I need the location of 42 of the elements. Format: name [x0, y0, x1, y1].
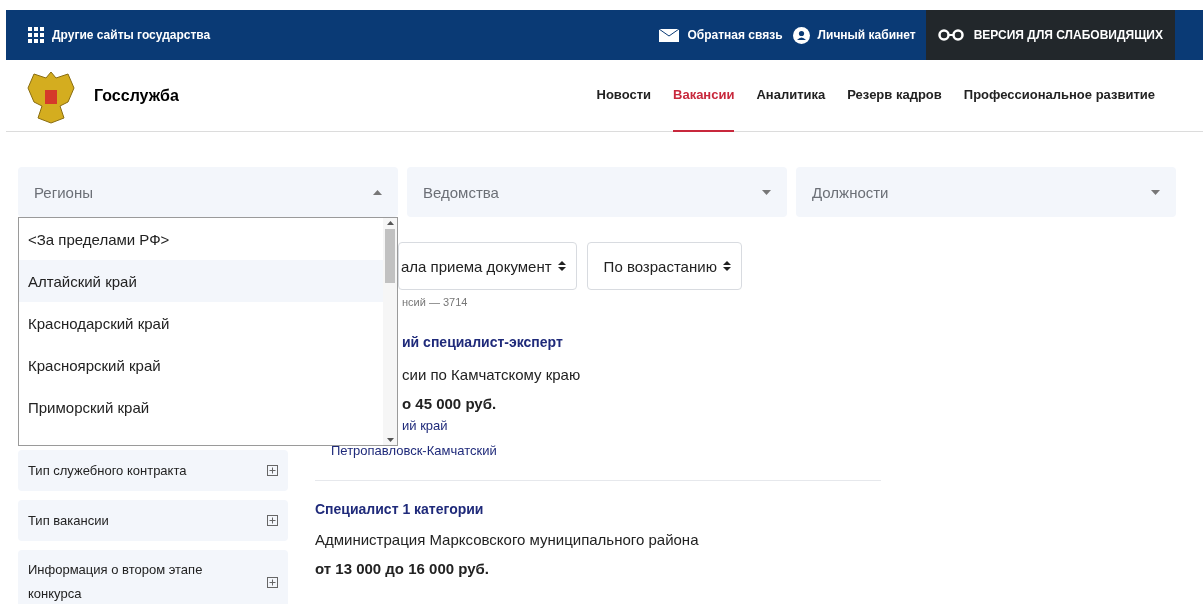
personal-account-link[interactable]: Личный кабинет [792, 26, 916, 44]
envelope-icon [659, 28, 680, 42]
expand-plus-icon [267, 465, 278, 476]
filter-select[interactable]: Должности [796, 167, 1176, 217]
salary-text: о 45 000 руб. [402, 395, 498, 412]
site-logo-text: Госслужба [94, 86, 179, 105]
sort-arrows-icon [557, 261, 566, 271]
scroll-up-icon[interactable] [386, 221, 394, 225]
organization-name: сии по Камчатскому краю [402, 366, 582, 383]
caret-icon [1151, 189, 1160, 195]
expand-plus-icon [267, 515, 278, 526]
expand-plus-icon [267, 576, 278, 588]
nav-link[interactable]: Профессиональное развитие [963, 59, 1155, 132]
nav-link[interactable]: Резерв кадров [847, 59, 942, 132]
user-icon [792, 26, 810, 44]
nav-link[interactable]: Вакансии [673, 59, 735, 132]
caret-icon [762, 189, 771, 195]
scroll-down-icon[interactable] [386, 438, 394, 442]
sort-arrows-icon [722, 261, 731, 271]
grid-icon [28, 27, 44, 43]
vacancy-count: нсий — 3714 [402, 296, 469, 308]
sort-select[interactable]: ала приема документ [398, 242, 577, 290]
filter-select[interactable]: Ведомства [407, 167, 787, 217]
caret-icon [373, 189, 382, 195]
accessibility-version-link[interactable]: ВЕРСИЯ ДЛЯ СЛАБОВИДЯЩИХ [925, 10, 1175, 60]
filter-section[interactable]: Тип вакансии [18, 500, 288, 541]
salary-text: от 13 000 до 16 000 руб. [315, 560, 490, 577]
other-sites-link[interactable]: Другие сайты государства [28, 27, 211, 43]
nav-link[interactable]: Аналитика [756, 59, 826, 132]
vacancy-title-link[interactable]: Специалист 1 категории [315, 501, 881, 517]
filter-section[interactable]: Информация о втором этапе конкурса [18, 550, 288, 604]
vacancy-title-link[interactable]: ий специалист-эксперт [402, 334, 881, 350]
organization-name: Администрация Марксовского муниципального района [315, 531, 700, 548]
glasses-icon [937, 29, 964, 41]
dropdown-option[interactable]: Алтайский край [19, 260, 383, 302]
city-link[interactable]: Петропавловск-Камчатский [331, 443, 881, 458]
sort-select[interactable]: По возрастанию [586, 242, 742, 290]
region-link[interactable]: ий край [402, 418, 881, 433]
nav-link[interactable]: Новости [596, 59, 651, 132]
scrollbar[interactable] [383, 218, 397, 445]
filter-section[interactable]: Тип служебного контракта [18, 450, 288, 491]
feedback-link[interactable]: Обратная связь [659, 28, 783, 42]
